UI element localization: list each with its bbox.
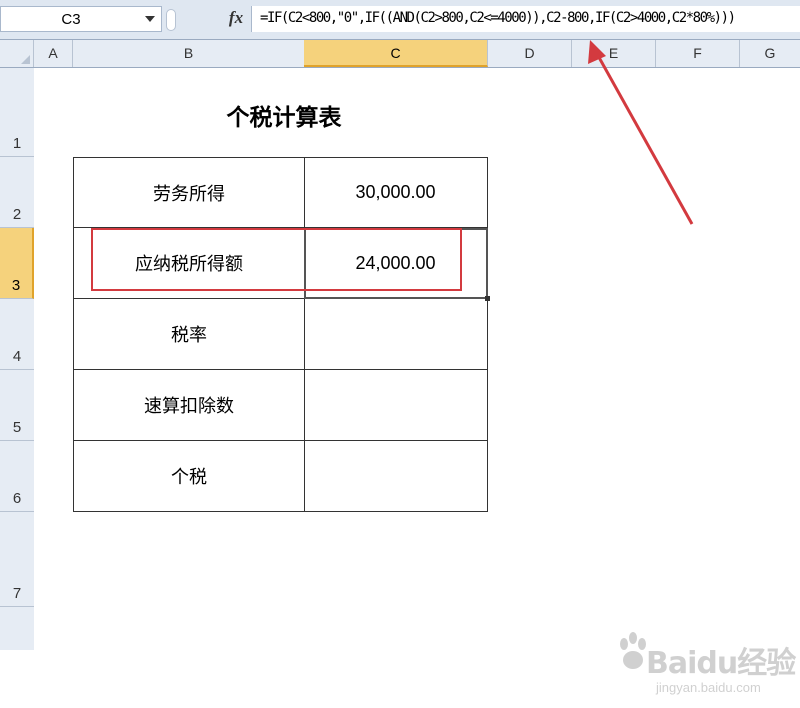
watermark-url: jingyan.baidu.com	[656, 680, 761, 695]
annotation-arrow-icon	[588, 40, 694, 225]
